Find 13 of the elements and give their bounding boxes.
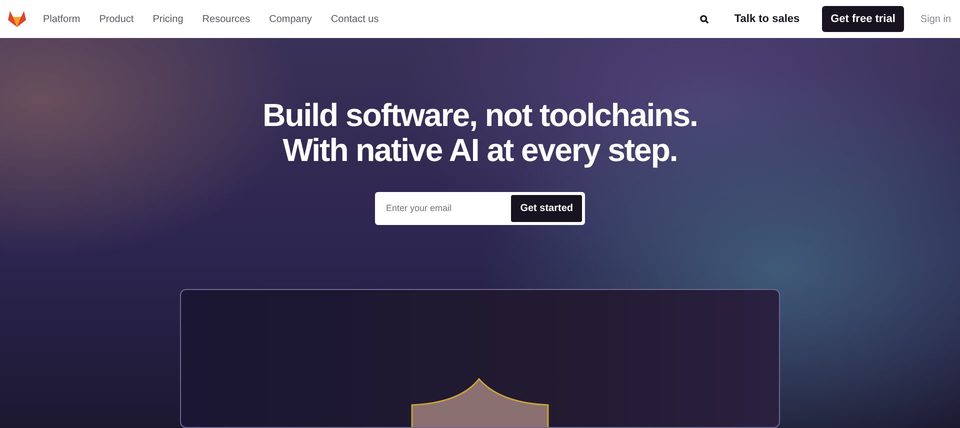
- nav-link[interactable]: Product: [99, 12, 134, 26]
- nav-link[interactable]: Resources: [202, 12, 250, 26]
- fox-logo-icon[interactable]: [7, 10, 27, 28]
- email-field[interactable]: Enter your email Get started: [375, 192, 585, 225]
- nav-link[interactable]: Platform: [43, 12, 80, 26]
- get-started-button[interactable]: Get started: [511, 195, 582, 222]
- nav-link[interactable]: Pricing: [152, 12, 184, 26]
- hero-headline: Build software, not toolchains. With native AI at every step.: [262, 98, 698, 168]
- search-icon[interactable]: [700, 14, 710, 24]
- free-trial-button[interactable]: Get free trial: [822, 6, 904, 32]
- talk-to-sales-link[interactable]: Talk to sales: [734, 10, 800, 28]
- nav-link[interactable]: Contact us: [330, 12, 379, 26]
- nav-link[interactable]: Company: [269, 12, 312, 26]
